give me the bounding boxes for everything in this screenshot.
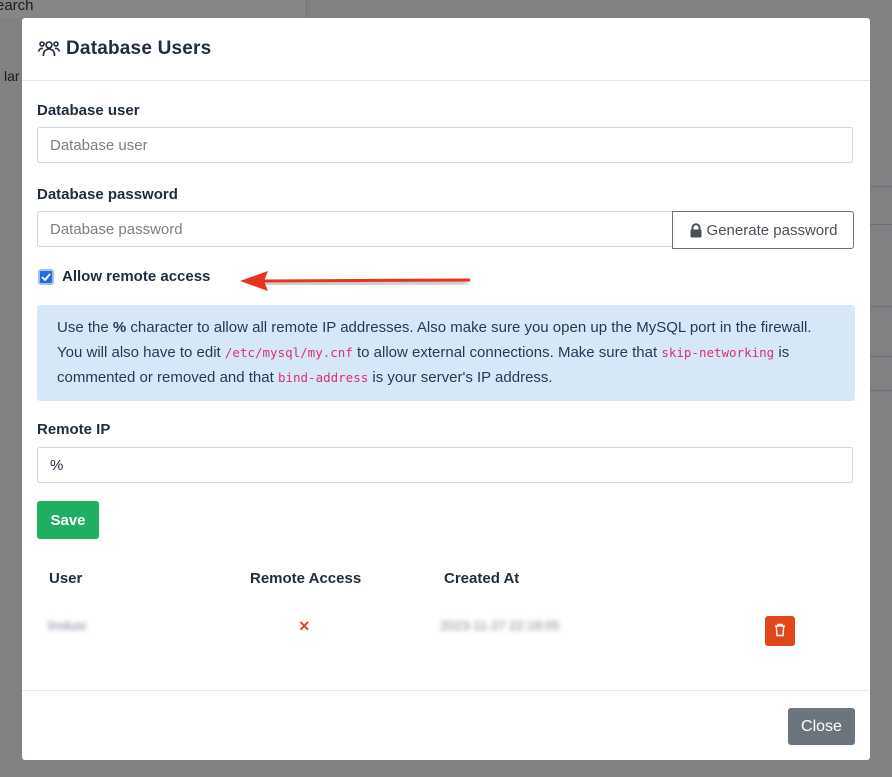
delete-user-button[interactable]: [765, 616, 795, 646]
info-mysql-config-path: /etc/mysql/my.cnf: [224, 345, 353, 360]
info-text: Use the: [57, 319, 113, 336]
database-users-modal: Database Users Database user Database pa…: [22, 18, 870, 760]
info-bind-address: bind-address: [277, 370, 369, 385]
database-password-label: Database password: [37, 186, 178, 203]
info-text: to allow external connections. Make sure…: [352, 344, 662, 361]
database-user-input[interactable]: [37, 127, 853, 163]
remote-ip-input[interactable]: [37, 447, 853, 483]
lock-icon: [689, 222, 703, 238]
annotation-arrow: [240, 271, 471, 291]
info-skip-networking: skip-networking: [661, 345, 775, 360]
table-header-user: User: [49, 570, 83, 587]
remote-access-cell: ×: [299, 616, 310, 636]
info-percent: %: [112, 319, 127, 336]
remote-access-info-alert: Use the % character to allow all remote …: [37, 305, 855, 401]
close-button[interactable]: Close: [788, 708, 855, 745]
modal-header: Database Users: [22, 18, 870, 81]
generate-password-label: Generate password: [706, 221, 838, 239]
users-icon: [38, 39, 60, 59]
allow-remote-access-checkbox[interactable]: [38, 268, 54, 285]
user-cell: lmdusr: [48, 618, 88, 633]
save-button[interactable]: Save: [37, 501, 99, 539]
allow-remote-access-label[interactable]: Allow remote access: [62, 268, 210, 285]
generate-password-button[interactable]: Generate password: [672, 211, 854, 249]
trash-icon: [774, 623, 786, 640]
table-header-remote-access: Remote Access: [250, 570, 362, 587]
info-text: is your server's IP address.: [368, 369, 553, 386]
remote-ip-label: Remote IP: [37, 421, 111, 438]
database-user-label: Database user: [37, 102, 140, 119]
allow-remote-access-row: Allow remote access: [38, 268, 210, 285]
created-at-cell: 2023-11-27 22:18:05: [440, 618, 560, 633]
database-password-input[interactable]: [37, 211, 673, 247]
modal-title: Database Users: [66, 38, 212, 59]
modal-footer-divider: [22, 690, 870, 691]
table-header-created-at: Created At: [444, 570, 520, 587]
